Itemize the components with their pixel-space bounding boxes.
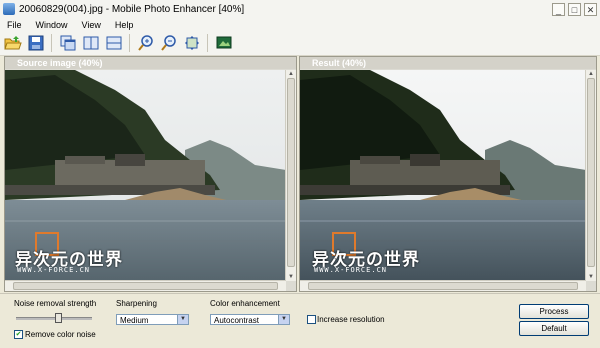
- split-horizontal-icon: [106, 36, 122, 50]
- split-vertical-button[interactable]: [81, 33, 101, 53]
- toolbar-separator: [129, 34, 130, 52]
- zoom-out-icon: [161, 35, 176, 51]
- split-vertical-icon: [83, 36, 99, 50]
- increase-resolution-label: Increase resolution: [317, 315, 385, 324]
- remove-color-noise-checkbox[interactable]: ✔: [14, 330, 23, 339]
- scroll-thumb[interactable]: [287, 78, 295, 267]
- open-folder-icon: [4, 36, 22, 50]
- full-screen-button[interactable]: [214, 33, 234, 53]
- color-enhancement-value: Autocontrast: [214, 316, 259, 325]
- process-button[interactable]: Process: [519, 304, 589, 319]
- sharpening-value: Medium: [120, 316, 149, 325]
- watermark-subtitle: WWW.X-FORCE.CN: [314, 266, 388, 274]
- menu-file[interactable]: File: [7, 20, 22, 30]
- source-horizontal-scrollbar[interactable]: [5, 280, 286, 291]
- settings-panel: Noise removal strength ✔ Remove color no…: [0, 293, 600, 348]
- toolbar-separator: [51, 34, 52, 52]
- source-image[interactable]: 异次元の世界 WWW.X-FORCE.CN: [5, 70, 286, 281]
- window-title: 20060829(004).jpg - Mobile Photo Enhance…: [19, 3, 245, 15]
- noise-removal-label: Noise removal strength: [14, 299, 97, 308]
- menu-window[interactable]: Window: [36, 20, 68, 30]
- open-button[interactable]: [3, 33, 23, 53]
- menu-view[interactable]: View: [82, 20, 101, 30]
- result-image[interactable]: 异次元の世界 WWW.X-FORCE.CN: [300, 70, 586, 281]
- scroll-thumb[interactable]: [13, 282, 278, 290]
- source-pane: Source image (40%) 异次元の世界 WWW.X-FORCE.CN…: [4, 56, 297, 292]
- title-bar: 20060829(004).jpg - Mobile Photo Enhance…: [0, 0, 600, 19]
- image-area: Source image (40%) 异次元の世界 WWW.X-FORCE.CN…: [0, 56, 600, 292]
- zoom-in-button[interactable]: [136, 33, 156, 53]
- zoom-in-icon: [138, 35, 153, 51]
- fit-to-window-icon: [185, 36, 199, 50]
- scroll-thumb[interactable]: [308, 282, 578, 290]
- sharpening-select[interactable]: Medium ▼: [116, 314, 189, 325]
- source-pane-title: Source image (40%): [5, 57, 296, 69]
- save-button[interactable]: [26, 33, 46, 53]
- split-horizontal-button[interactable]: [104, 33, 124, 53]
- scroll-down-icon[interactable]: ▼: [586, 273, 596, 281]
- menu-help[interactable]: Help: [115, 20, 134, 30]
- menu-bar: File Window View Help: [0, 18, 600, 31]
- result-horizontal-scrollbar[interactable]: [300, 280, 586, 291]
- default-button[interactable]: Default: [519, 321, 589, 336]
- watermark-subtitle: WWW.X-FORCE.CN: [17, 266, 91, 274]
- app-icon: [3, 3, 15, 15]
- tile-windows-button[interactable]: [58, 33, 78, 53]
- chevron-down-icon: ▼: [278, 315, 289, 324]
- remove-color-noise-label: Remove color noise: [25, 330, 96, 339]
- maximize-button[interactable]: □: [568, 2, 581, 16]
- result-pane-title: Result (40%): [300, 57, 596, 69]
- toolbar-separator: [207, 34, 208, 52]
- result-pane: Result (40%) 异次元の世界 WWW.X-FORCE.CN ▲ ▼: [299, 56, 597, 292]
- tile-windows-icon: [60, 35, 76, 51]
- save-icon: [28, 35, 44, 51]
- scroll-up-icon[interactable]: ▲: [286, 70, 296, 78]
- increase-resolution-checkbox[interactable]: [307, 315, 316, 324]
- color-enhancement-label: Color enhancement: [210, 299, 280, 308]
- scroll-up-icon[interactable]: ▲: [586, 70, 596, 78]
- chevron-down-icon: ▼: [177, 315, 188, 324]
- close-button[interactable]: ✕: [584, 2, 597, 16]
- color-enhancement-select[interactable]: Autocontrast ▼: [210, 314, 290, 325]
- source-vertical-scrollbar[interactable]: ▲ ▼: [285, 70, 296, 281]
- scroll-down-icon[interactable]: ▼: [286, 273, 296, 281]
- fit-to-window-button[interactable]: [182, 33, 202, 53]
- noise-removal-slider-thumb[interactable]: [54, 313, 62, 323]
- scroll-thumb[interactable]: [587, 78, 595, 267]
- result-vertical-scrollbar[interactable]: ▲ ▼: [585, 70, 596, 281]
- minimize-button[interactable]: _: [552, 2, 565, 16]
- full-screen-icon: [216, 36, 232, 49]
- zoom-out-button[interactable]: [159, 33, 179, 53]
- sharpening-label: Sharpening: [116, 299, 157, 308]
- toolbar: [0, 31, 600, 56]
